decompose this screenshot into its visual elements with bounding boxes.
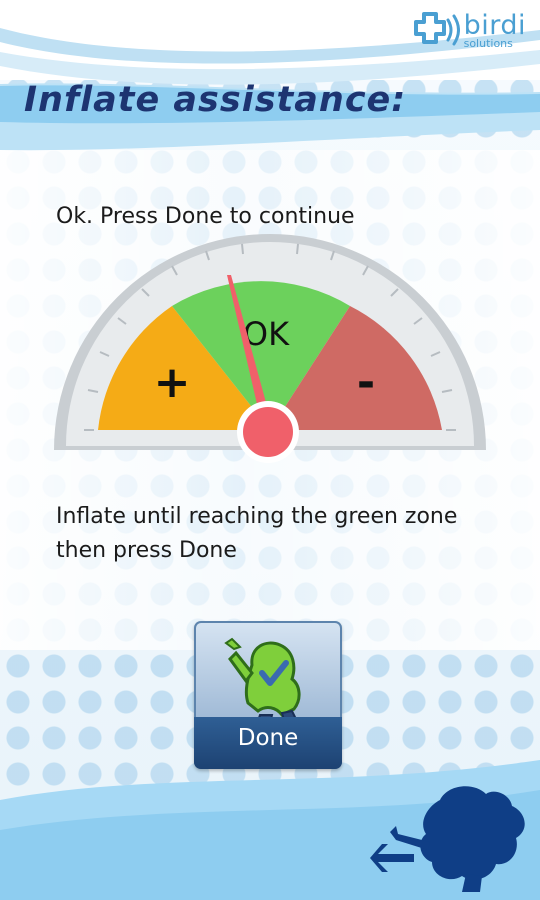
done-button-label: Done bbox=[237, 725, 299, 751]
instructions-text: Inflate until reaching the green zone th… bbox=[56, 504, 458, 563]
inflation-gauge: + OK - bbox=[54, 234, 486, 463]
gauge-label-minus: - bbox=[357, 357, 375, 408]
back-button[interactable] bbox=[370, 780, 534, 892]
gauge-hub bbox=[243, 407, 293, 457]
done-button[interactable]: Done bbox=[194, 621, 342, 769]
app-screen: birdi solutions Inflate assistance: Ok. … bbox=[0, 0, 540, 900]
mascot-check-icon bbox=[224, 637, 301, 729]
back-arrow-mascot-icon bbox=[370, 786, 525, 892]
gauge-label-plus: + bbox=[154, 357, 191, 408]
